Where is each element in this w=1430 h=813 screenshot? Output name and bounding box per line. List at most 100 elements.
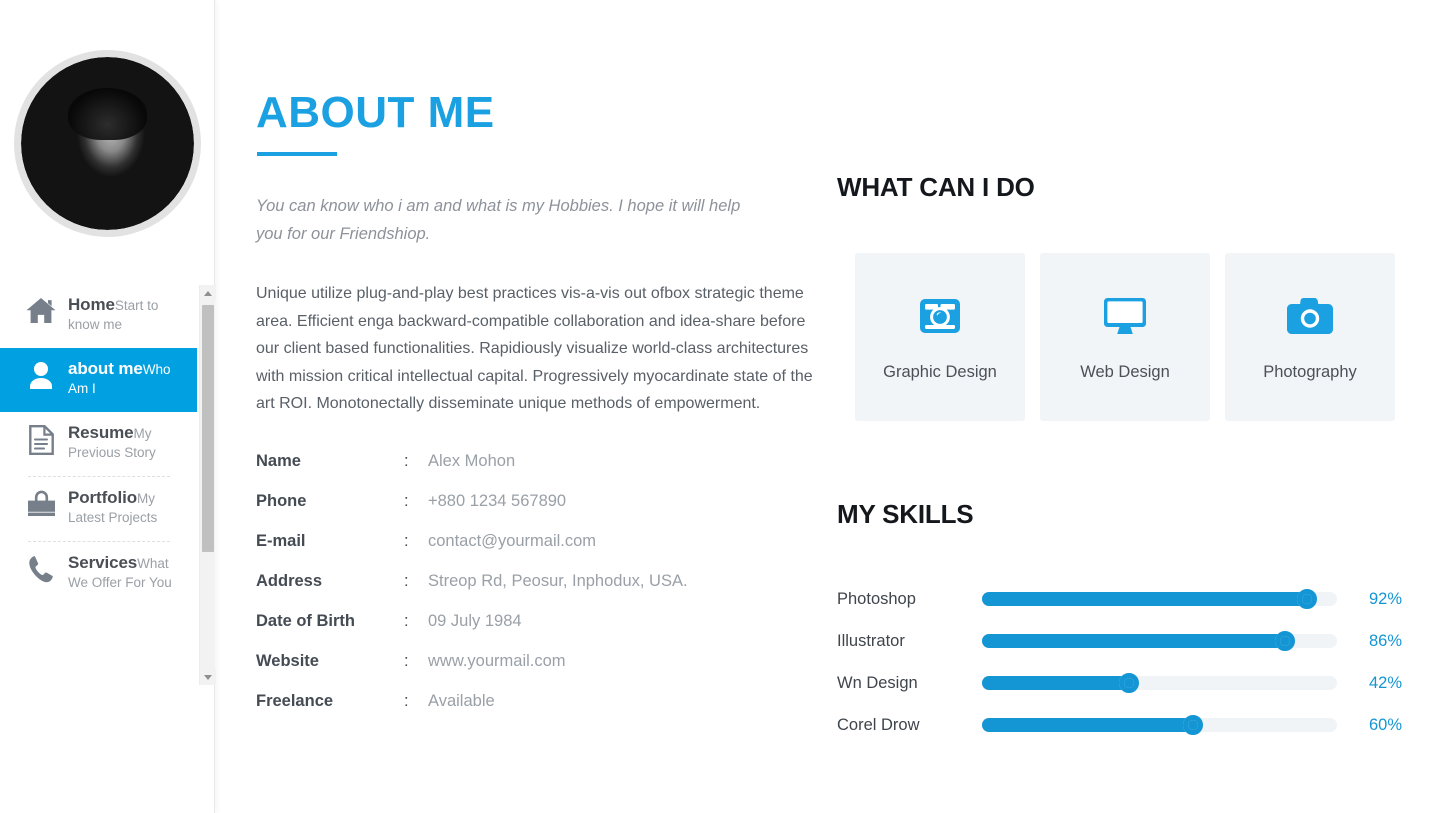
skill-handle[interactable]	[1183, 715, 1203, 735]
briefcase-icon	[24, 487, 58, 517]
info-separator: :	[404, 652, 409, 670]
desktop-icon	[1102, 293, 1148, 339]
info-row: Website: www.yourmail.com	[256, 652, 726, 692]
skill-label: Photoshop	[837, 589, 916, 608]
title-underline	[257, 152, 337, 156]
sidebar-nav: HomeStart to know me about meWho Am I Resu…	[0, 284, 197, 606]
home-icon	[24, 294, 58, 324]
sidebar-item-resume[interactable]: ResumeMy Previous Story	[0, 412, 197, 476]
skill-percent: 92%	[1369, 589, 1403, 608]
service-card[interactable]: Graphic Design	[855, 253, 1025, 421]
info-row: Name: Alex Mohon	[256, 452, 726, 492]
skill-progress-bar[interactable]	[982, 715, 1337, 735]
sidebar-item-label: about me	[68, 359, 143, 378]
info-separator: :	[404, 452, 409, 470]
sidebar-item-text: HomeStart to know me	[58, 294, 189, 334]
sidebar-item-text: ResumeMy Previous Story	[58, 422, 189, 462]
skill-label: Corel Drow	[837, 715, 920, 734]
page-title: ABOUT ME	[256, 88, 495, 137]
skill-label: Wn Design	[837, 673, 918, 692]
info-separator: :	[404, 572, 409, 590]
service-card[interactable]: Photography	[1225, 253, 1395, 421]
info-row: Address: Streop Rd, Peosur, Inphodux, USA…	[256, 572, 726, 612]
sidebar-item-portfolio[interactable]: PortfolioMy Latest Projects	[0, 477, 197, 541]
scrollbar-thumb[interactable]	[202, 305, 214, 552]
sidebar-item-text: PortfolioMy Latest Projects	[58, 487, 189, 527]
info-separator: :	[404, 692, 409, 710]
skill-row: Photoshop 92%	[837, 578, 1417, 620]
sidebar-item-home[interactable]: HomeStart to know me	[0, 284, 197, 348]
skill-handle[interactable]	[1296, 589, 1317, 609]
camera-retro-icon	[918, 293, 962, 339]
sidebar: HomeStart to know me about meWho Am I Resu…	[0, 0, 216, 813]
sidebar-scrollbar[interactable]	[199, 285, 216, 685]
info-row: Phone: +880 1234 567890	[256, 492, 726, 532]
info-label: Date of Birth	[256, 612, 355, 630]
skill-row: Illustrator 86%	[837, 620, 1417, 662]
main-content: ABOUT ME You can know who i am and what …	[216, 0, 1430, 813]
sidebar-item-about-me[interactable]: about meWho Am I	[0, 348, 197, 412]
info-value: Alex Mohon	[428, 452, 516, 470]
info-row: E-mail: contact@yourmail.com	[256, 532, 726, 572]
personal-info-table: Name: Alex Mohon Phone: +880 1234 567890 E-m…	[256, 452, 726, 732]
service-card-label: Web Design	[1080, 362, 1170, 381]
scroll-up-arrow-icon[interactable]	[200, 285, 216, 301]
info-label: Website	[256, 652, 319, 670]
skill-row: Corel Drow 60%	[837, 704, 1417, 746]
skill-label: Illustrator	[837, 631, 905, 650]
skill-percent: 86%	[1369, 631, 1403, 650]
info-separator: :	[404, 532, 409, 550]
skills-heading: MY SKILLS	[837, 499, 974, 529]
service-card-label: Graphic Design	[883, 362, 997, 381]
sidebar-item-text: about meWho Am I	[58, 358, 189, 398]
scroll-down-arrow-icon[interactable]	[200, 669, 216, 685]
service-cards: Graphic Design Web Design Photography	[855, 253, 1395, 421]
avatar-photo	[21, 57, 194, 230]
skill-fill	[982, 718, 1195, 732]
info-label: E-mail	[256, 532, 306, 550]
skills-list: Photoshop 92% Illustrator 86% Wn Design 42% Co…	[837, 578, 1417, 746]
info-separator: :	[404, 492, 409, 510]
sidebar-item-label: Services	[68, 553, 138, 572]
sidebar-item-label: Portfolio	[68, 488, 137, 507]
services-heading: WHAT CAN I DO	[837, 172, 1035, 202]
info-value: Streop Rd, Peosur, Inphodux, USA.	[428, 572, 688, 590]
skill-row: Wn Design 42%	[837, 662, 1417, 704]
skill-handle[interactable]	[1275, 631, 1296, 651]
info-row: Date of Birth: 09 July 1984	[256, 612, 726, 652]
info-label: Phone	[256, 492, 307, 510]
user-icon	[24, 358, 58, 389]
info-value: contact@yourmail.com	[428, 532, 597, 550]
skill-fill	[982, 592, 1309, 606]
about-me-page: HomeStart to know me about meWho Am I Resu…	[0, 0, 1430, 813]
sidebar-item-label: Home	[68, 295, 115, 314]
avatar-ring	[14, 50, 201, 237]
document-icon	[24, 422, 58, 455]
info-value: 09 July 1984	[428, 612, 522, 630]
info-label: Name	[256, 452, 301, 470]
phone-icon	[24, 552, 58, 583]
info-row: Freelance: Available	[256, 692, 726, 732]
info-value: www.yourmail.com	[428, 652, 566, 670]
sidebar-item-text: ServicesWhat We Offer For You	[58, 552, 189, 592]
skill-handle[interactable]	[1119, 673, 1140, 693]
info-value: Available	[428, 692, 495, 710]
service-card[interactable]: Web Design	[1040, 253, 1210, 421]
skill-fill	[982, 676, 1132, 690]
sidebar-item-label: Resume	[68, 423, 134, 442]
info-value: +880 1234 567890	[428, 492, 567, 510]
skill-percent: 42%	[1369, 673, 1403, 692]
about-body-text: Unique utilize plug-and-play best practi…	[256, 285, 813, 412]
info-label: Address	[256, 572, 323, 590]
service-card-label: Photography	[1263, 362, 1357, 381]
skill-progress-bar[interactable]	[982, 589, 1337, 609]
skill-progress-bar[interactable]	[982, 631, 1337, 651]
intro-text: You can know who i am and what is my Hob…	[256, 197, 741, 243]
camera-icon	[1287, 293, 1333, 339]
info-label: Freelance	[256, 692, 334, 710]
sidebar-item-services[interactable]: ServicesWhat We Offer For You	[0, 542, 197, 606]
avatar	[14, 50, 201, 237]
skill-fill	[982, 634, 1288, 648]
skill-progress-bar[interactable]	[982, 673, 1337, 693]
skill-percent: 60%	[1369, 715, 1403, 734]
